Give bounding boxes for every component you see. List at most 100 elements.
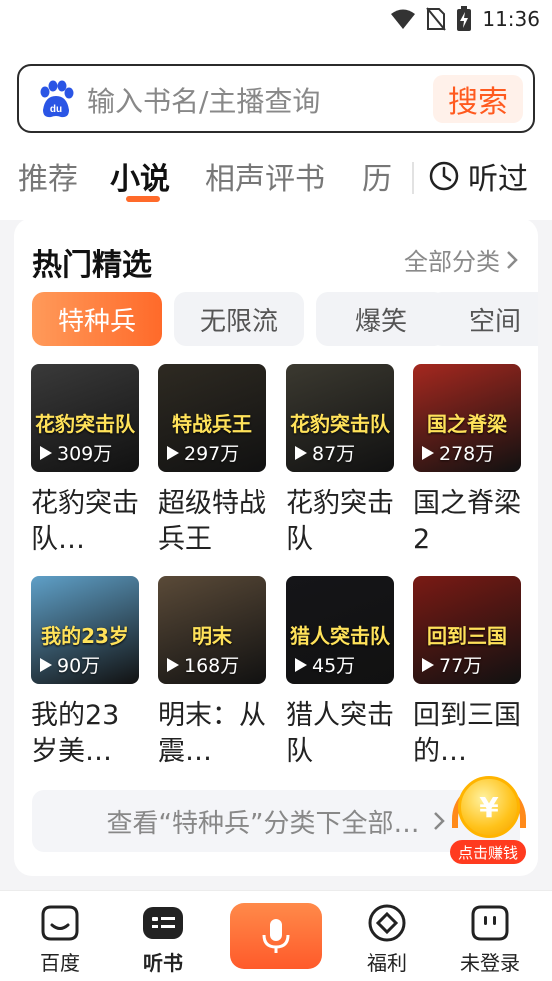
play-count-value: 278万: [439, 443, 495, 465]
book-cover: 我的23岁 90万: [31, 576, 139, 684]
play-count-value: 77万: [439, 655, 483, 677]
cover-title-art: 特战兵王: [172, 412, 252, 436]
book-title: 猎人突击队: [286, 700, 394, 767]
diamond-target-icon: [368, 904, 406, 942]
clock-icon: [429, 161, 459, 191]
play-icon: [167, 657, 179, 672]
play-icon: [295, 445, 307, 460]
play-count-value: 309万: [57, 443, 113, 465]
book-item[interactable]: 花豹突击队 87万 花豹突击队: [286, 364, 394, 558]
nav-welfare[interactable]: 福利: [342, 903, 432, 976]
play-count: 87万: [294, 439, 355, 466]
play-count-value: 297万: [184, 443, 240, 465]
wifi-icon: [391, 9, 416, 29]
book-item[interactable]: 国之脊梁 278万国之脊梁2: [413, 364, 521, 558]
tab-history-partial[interactable]: 历: [362, 154, 392, 198]
play-icon: [422, 445, 434, 460]
book-cover: 花豹突击队 309万: [31, 364, 139, 472]
book-cover: 特战兵王 297万: [158, 364, 266, 472]
cover-title-art: 回到三国: [427, 624, 507, 648]
all-categories-label: 全部分类: [404, 248, 500, 276]
tab-recommend[interactable]: 推荐: [18, 154, 78, 198]
tab-crosstalk[interactable]: 相声评书: [205, 154, 325, 198]
view-all-button[interactable]: 查看“特种兵”分类下全部…: [32, 790, 520, 852]
microphone-icon: [262, 919, 290, 953]
play-count: 90万: [39, 651, 100, 678]
all-categories-link[interactable]: 全部分类: [404, 242, 518, 277]
book-title: 回到三国的…: [413, 700, 521, 767]
svg-text:du: du: [50, 104, 62, 115]
nav-audiobook-label: 听书: [143, 951, 183, 975]
view-all-label: 查看“特种兵”分类下全部…: [106, 808, 420, 839]
play-count-value: 168万: [184, 655, 240, 677]
book-cover: 花豹突击队 87万: [286, 364, 394, 472]
cover-title-art: 明末: [192, 624, 232, 648]
cover-title-art: 花豹突击队: [290, 412, 390, 436]
tab-fade: [400, 150, 420, 206]
nav-baidu-label: 百度: [40, 951, 80, 975]
book-item[interactable]: 我的23岁 90万我的23岁美…: [31, 576, 139, 770]
book-cover: 明末 168万: [158, 576, 266, 684]
book-cover: 国之脊梁 278万: [413, 364, 521, 472]
play-count-value: 45万: [312, 655, 356, 677]
baidu-paw-icon: du: [35, 80, 75, 120]
play-icon: [40, 657, 52, 672]
play-count: 45万: [294, 651, 355, 678]
book-item[interactable]: 回到三国 77万回到三国的…: [413, 576, 521, 770]
nav-welfare-label: 福利: [367, 951, 407, 975]
play-icon: [167, 445, 179, 460]
coin-icon: ¥: [458, 776, 520, 838]
chip-special-forces[interactable]: 特种兵: [32, 292, 162, 346]
play-count: 309万: [39, 439, 112, 466]
battery-charging-icon: [457, 6, 472, 31]
cover-title-art: 国之脊梁: [427, 412, 507, 436]
play-count-value: 87万: [312, 443, 356, 465]
book-item[interactable]: 花豹突击队 309万花豹突击队…: [31, 364, 139, 558]
history-button[interactable]: 听过: [428, 154, 528, 198]
no-sim-icon: [426, 7, 447, 31]
status-bar: 11:36: [0, 0, 552, 40]
cover-title-art: 猎人突击队: [290, 624, 390, 648]
book-title: 超级特战兵王: [158, 488, 266, 555]
nav-not-logged-in[interactable]: 未登录: [445, 903, 535, 976]
book-cover: 回到三国 77万: [413, 576, 521, 684]
active-tab-indicator: [126, 196, 160, 202]
nav-not-logged-in-label: 未登录: [460, 951, 520, 975]
clock-time: 11:36: [482, 7, 540, 31]
chip-space[interactable]: 空间: [430, 292, 538, 346]
smile-face-icon: [41, 905, 79, 941]
book-item[interactable]: 猎人突击队 45万 猎人突击队: [286, 576, 394, 770]
book-cover: 猎人突击队 45万: [286, 576, 394, 684]
section-title: 热门精选: [32, 248, 152, 283]
chip-infinite-flow[interactable]: 无限流: [174, 292, 304, 346]
book-item[interactable]: 特战兵王 297万超级特战兵王: [158, 364, 266, 558]
bottom-navigation: 百度 听书 福利 未登录: [0, 890, 552, 981]
search-bar[interactable]: du 输入书名/主播查询 搜索: [17, 64, 535, 133]
play-count: 77万: [421, 651, 482, 678]
chip-funny[interactable]: 爆笑: [316, 292, 446, 346]
tab-novel[interactable]: 小说: [110, 154, 170, 198]
play-count: 168万: [166, 651, 239, 678]
user-face-icon: [471, 905, 509, 941]
book-title: 花豹突击队…: [31, 488, 139, 555]
earn-money-badge[interactable]: ¥ 点击赚钱: [450, 776, 526, 866]
chevron-right-icon: [507, 250, 518, 269]
book-item[interactable]: 明末 168万 明末：从震…: [158, 576, 266, 770]
search-button[interactable]: 搜索: [433, 75, 523, 123]
nav-baidu[interactable]: 百度: [15, 903, 105, 976]
chevron-right-icon: [434, 812, 446, 830]
play-count: 297万: [166, 439, 239, 466]
audiobook-icon: [143, 907, 183, 939]
play-icon: [295, 657, 307, 672]
search-input[interactable]: 输入书名/主播查询: [87, 80, 427, 120]
voice-search-button[interactable]: [230, 903, 322, 969]
nav-audiobook[interactable]: 听书: [118, 903, 208, 976]
tab-divider: [412, 162, 414, 194]
category-chips: 特种兵 无限流 爆笑 空间: [32, 292, 538, 346]
play-icon: [40, 445, 52, 460]
book-title: 国之脊梁2: [413, 488, 521, 555]
book-title: 我的23岁美…: [31, 700, 120, 767]
book-title: 花豹突击队: [286, 488, 394, 555]
history-label: 听过: [468, 162, 528, 197]
category-tabs: 推荐 小说 相声评书 历 听过: [0, 150, 552, 206]
